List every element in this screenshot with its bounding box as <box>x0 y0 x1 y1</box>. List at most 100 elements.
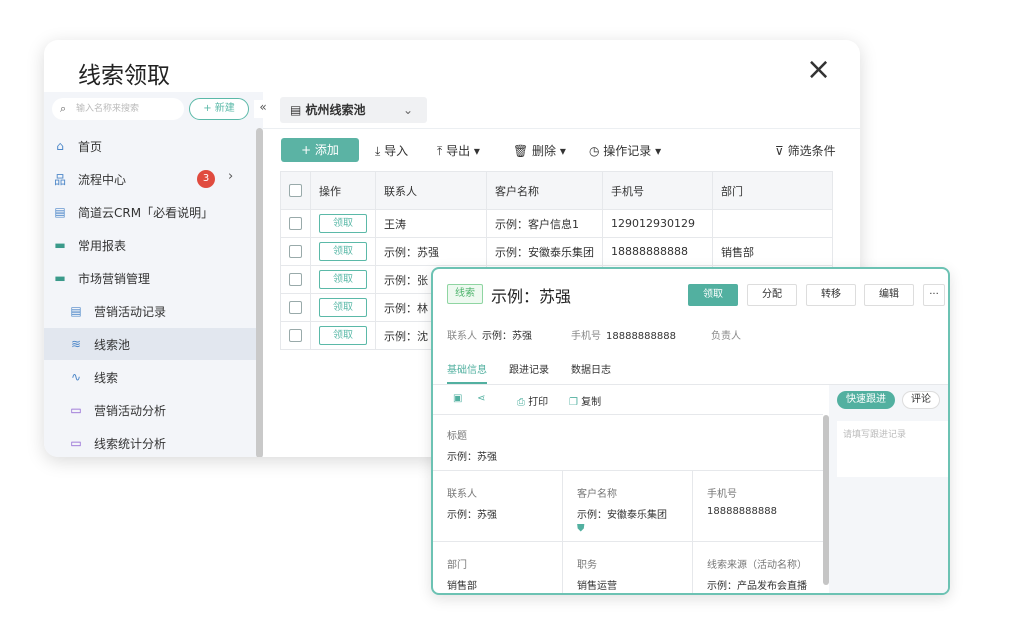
field-value[interactable]: 示例：安徽泰乐集团 <box>577 506 678 521</box>
copy-button[interactable]: ❐ 复制 <box>569 393 601 408</box>
value: 18888888888 <box>606 331 676 342</box>
sidebar-item-leads[interactable]: ∿ 线索 <box>44 361 256 393</box>
sidebar-item-reports[interactable]: ▬ 常用报表 <box>44 229 256 261</box>
form-icon: ▤ <box>70 304 82 318</box>
claim-button[interactable]: 领取 <box>319 242 367 261</box>
pool-selector[interactable]: ▤ 杭州线索池 ⌄ <box>280 97 427 123</box>
transfer-button[interactable]: 转移 <box>806 284 856 306</box>
cell-dept: 销售部 <box>712 237 833 266</box>
copy-icon: ❐ <box>569 397 582 408</box>
sidebar: ⌕ 输入名称来搜索 + 新建 « ⌂ 首页 品流程中心 3 › ▤ 简道云CRM「必看说明… <box>44 92 272 457</box>
sidebar-item-lead-stats[interactable]: ▭ 线索统计分析 <box>44 427 256 457</box>
table-row[interactable]: 领取 示例：苏强 示例：安徽泰乐集团 18888888888 销售部 <box>280 237 833 266</box>
chevron-down-icon: ⌄ <box>402 103 413 117</box>
label: 线索统计分析 <box>94 436 167 451</box>
quick-follow-up-tab[interactable]: 快速跟进 <box>837 391 895 409</box>
select-all-checkbox[interactable] <box>289 184 302 198</box>
field-label: 职务 <box>577 560 597 571</box>
detail-title: 示例：苏强 <box>491 287 572 306</box>
sidebar-scrollbar[interactable] <box>256 128 263 457</box>
print-button[interactable]: ⎙ 打印 <box>517 393 548 408</box>
label: 简道云CRM「必看说明」 <box>78 205 214 220</box>
follow-up-sidebar: 快速跟进 评论 请填写跟进记录 <box>829 385 948 593</box>
cell-contact: 王涛 <box>375 209 487 238</box>
label: 线索 <box>94 370 119 385</box>
label: 常用报表 <box>78 238 127 253</box>
image-icon[interactable]: ▣ <box>453 393 462 404</box>
operation-log-button[interactable]: ◷ 操作记录 ▾ <box>589 142 661 159</box>
field-title: 标题示例：苏强 <box>433 415 823 470</box>
value: 示例：苏强 <box>482 331 532 342</box>
claim-button[interactable]: 领取 <box>319 270 367 289</box>
claim-button[interactable]: 领取 <box>319 214 367 233</box>
dashboard-icon: ▭ <box>70 403 82 417</box>
tab-data-log[interactable]: 数据日志 <box>571 361 611 376</box>
field-customer: 客户名称 示例：安徽泰乐集团 ⛊ <box>563 471 693 541</box>
sidebar-item-lead-pool[interactable]: ≋ 线索池 <box>44 328 256 360</box>
field-label: 客户名称 <box>577 489 617 500</box>
home-icon: ⌂ <box>56 139 64 153</box>
search-input[interactable]: ⌕ 输入名称来搜索 <box>52 98 184 120</box>
cell-customer: 示例：客户信息1 <box>486 209 603 238</box>
sidebar-item-activity-records[interactable]: ▤ 营销活动记录 <box>44 295 256 327</box>
field-value: 示例：苏强 <box>447 452 497 463</box>
sidebar-item-activity-analysis[interactable]: ▭ 营销活动分析 <box>44 394 256 426</box>
assign-button[interactable]: 分配 <box>747 284 797 306</box>
claim-button[interactable]: 领取 <box>688 284 738 306</box>
sidebar-item-home[interactable]: ⌂ 首页 <box>44 130 256 162</box>
field-label: 标题 <box>447 431 467 442</box>
more-icon[interactable]: ··· <box>923 284 945 306</box>
folder-icon: ▬ <box>54 238 66 252</box>
lead-tag: 线索 <box>447 284 483 304</box>
new-button[interactable]: + 新建 <box>189 98 249 120</box>
lead-detail-panel: 线索 示例：苏强 领取 分配 转移 编辑 ··· 联系人 示例：苏强 手机号 188… <box>431 267 950 595</box>
share-icon[interactable]: ⋖ <box>477 393 485 404</box>
count-badge: 3 <box>197 170 215 188</box>
dashboard-icon: ▭ <box>70 436 82 450</box>
import-button[interactable]: ⤓ 导入 <box>375 142 408 159</box>
pool-name: 杭州线索池 <box>305 103 366 117</box>
label: 流程中心 <box>78 172 127 187</box>
field-row: 标题示例：苏强 <box>433 414 823 470</box>
row-checkbox[interactable] <box>289 301 302 315</box>
export-button[interactable]: ⤒ 导出 ▾ <box>437 142 480 159</box>
document-icon: ▤ <box>54 205 66 219</box>
row-checkbox[interactable] <box>289 273 302 287</box>
claim-button[interactable]: 领取 <box>319 298 367 317</box>
close-icon[interactable]: × <box>806 55 831 85</box>
comment-tab[interactable]: 评论 <box>902 391 940 409</box>
field-contact: 联系人示例：苏强 <box>433 471 563 541</box>
edit-button[interactable]: 编辑 <box>864 284 914 306</box>
cell-dept <box>712 209 833 238</box>
tab-basic-info[interactable]: 基础信息 <box>447 361 487 376</box>
field-row: 联系人 示例：苏强 客户名称 示例：安徽泰乐集团 ⛊ 手机号 18888888888 <box>433 470 823 541</box>
label: 联系人 <box>447 331 477 342</box>
divider <box>263 128 860 129</box>
row-checkbox[interactable] <box>289 217 302 231</box>
label: 首页 <box>78 139 103 154</box>
delete-button[interactable]: 🗑 删除 ▾ <box>513 142 566 159</box>
field-value: 示例：产品发布会直播 <box>707 581 807 592</box>
tab-follow-up[interactable]: 跟进记录 <box>509 361 549 376</box>
field-value: 示例：苏强 <box>447 510 497 521</box>
table-row[interactable]: 领取 王涛 示例：客户信息1 129012930129 <box>280 209 833 238</box>
field-label: 联系人 <box>447 489 477 500</box>
label: 打印 <box>528 397 549 408</box>
cell-customer: 示例：安徽泰乐集团 <box>486 237 603 266</box>
filter-button[interactable]: ⊽ 筛选条件 <box>775 142 836 159</box>
row-checkbox[interactable] <box>289 245 302 259</box>
meta-phone: 手机号 18888888888 <box>571 327 676 342</box>
label: 市场营销管理 <box>78 271 151 286</box>
sidebar-item-crm-guide[interactable]: ▤ 简道云CRM「必看说明」 <box>44 196 256 228</box>
window-title: 线索领取 <box>78 63 170 89</box>
table-header: 操作 联系人 客户名称 手机号 部门 <box>280 171 833 210</box>
sidebar-item-workflow[interactable]: 品流程中心 3 › <box>44 163 256 195</box>
label: 复制 <box>581 397 602 408</box>
label: 营销活动记录 <box>94 304 167 319</box>
sidebar-item-marketing[interactable]: ▬ 市场营销管理 <box>44 262 256 294</box>
row-checkbox[interactable] <box>289 329 302 343</box>
pool-icon: ≋ <box>70 337 82 351</box>
follow-up-input[interactable]: 请填写跟进记录 <box>837 421 948 477</box>
add-button[interactable]: + 添加 <box>281 138 359 162</box>
claim-button[interactable]: 领取 <box>319 326 367 345</box>
